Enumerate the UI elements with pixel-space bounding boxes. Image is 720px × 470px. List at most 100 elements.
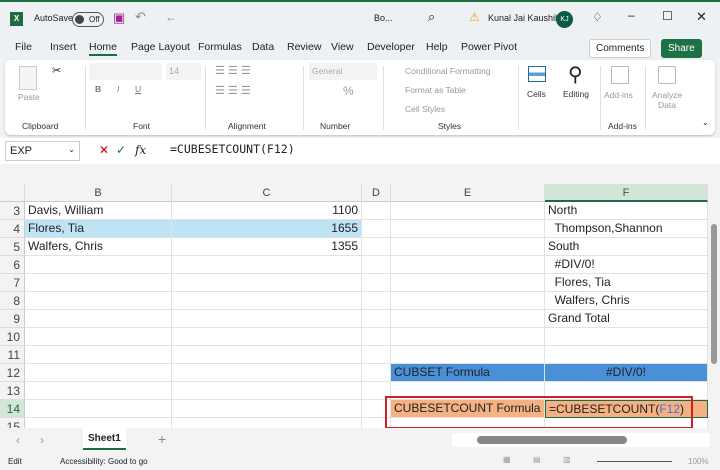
cell-c13[interactable]	[172, 382, 362, 400]
cell-c15[interactable]	[172, 418, 362, 428]
cell-e4[interactable]	[391, 220, 545, 238]
cell-f11[interactable]	[545, 346, 708, 364]
cut-icon[interactable]: ✂	[52, 64, 61, 77]
row-header-5[interactable]: 5	[0, 238, 25, 256]
number-format-select[interactable]: General	[309, 63, 377, 80]
tab-developer[interactable]: Developer	[367, 41, 415, 53]
cell-e6[interactable]	[391, 256, 545, 274]
cell-e11[interactable]	[391, 346, 545, 364]
formula-input[interactable]: =CUBESETCOUNT(F12)	[170, 142, 295, 156]
accessibility-status[interactable]: Accessibility: Good to go	[60, 457, 148, 466]
cell-f8[interactable]: Walfers, Chris	[545, 292, 708, 310]
analyze-data-button[interactable]: Analyze Data	[652, 90, 682, 110]
cell-c5[interactable]: 1355	[172, 238, 362, 256]
font-size-select[interactable]: 14	[166, 63, 201, 80]
cell-c3[interactable]: 1100	[172, 202, 362, 220]
tab-formulas[interactable]: Formulas	[198, 41, 242, 53]
cell-d11[interactable]	[362, 346, 391, 364]
cancel-icon[interactable]: ✕	[99, 143, 109, 157]
cell-c4[interactable]: 1655	[172, 220, 362, 238]
normal-view-icon[interactable]: ▦	[503, 455, 511, 464]
tab-power-pivot[interactable]: Power Pivot	[461, 41, 517, 53]
addins-button[interactable]: Add-ins	[604, 90, 633, 100]
enter-icon[interactable]: ✓	[116, 143, 126, 157]
underline-button[interactable]: U	[135, 84, 141, 94]
row-header-12[interactable]: 12	[0, 364, 25, 382]
add-sheet-icon[interactable]: +	[158, 431, 166, 447]
cells-button[interactable]: Cells	[527, 89, 546, 99]
row-header-8[interactable]: 8	[0, 292, 25, 310]
vertical-scrollbar[interactable]	[708, 184, 720, 428]
save-icon[interactable]: ▣	[113, 10, 125, 26]
cell-b12[interactable]	[25, 364, 172, 382]
row-header-7[interactable]: 7	[0, 274, 25, 292]
cell-d3[interactable]	[362, 202, 391, 220]
cell-c12[interactable]	[172, 364, 362, 382]
search-magnifier-icon[interactable]: ⚲	[568, 62, 583, 87]
cell-f10[interactable]	[545, 328, 708, 346]
user-name[interactable]: Kunal Jai Kaushik	[488, 13, 560, 23]
horizontal-scrollbar[interactable]	[452, 433, 710, 447]
tab-home[interactable]: Home	[89, 41, 118, 56]
vertical-scroll-thumb[interactable]	[711, 224, 717, 364]
cell-c7[interactable]	[172, 274, 362, 292]
tab-file[interactable]: File	[15, 41, 32, 53]
cell-b7[interactable]	[25, 274, 172, 292]
row-header-6[interactable]: 6	[0, 256, 25, 274]
cell-d6[interactable]	[362, 256, 391, 274]
tab-data[interactable]: Data	[252, 41, 274, 53]
percent-icon[interactable]: %	[343, 84, 354, 98]
tab-insert[interactable]: Insert	[50, 41, 76, 53]
row-header-4[interactable]: 4	[0, 220, 25, 238]
cell-f4[interactable]: Thompson,Shannon	[545, 220, 708, 238]
insert-function-button[interactable]: fx	[135, 143, 146, 157]
cell-e8[interactable]	[391, 292, 545, 310]
format-as-table-button[interactable]: Format as Table	[405, 85, 466, 95]
back-icon[interactable]: ←	[165, 10, 177, 24]
tab-review[interactable]: Review	[287, 41, 321, 53]
cell-c8[interactable]	[172, 292, 362, 310]
cell-b6[interactable]	[25, 256, 172, 274]
analyze-data-icon[interactable]	[658, 66, 676, 84]
italic-button[interactable]: I	[117, 84, 119, 94]
cell-e7[interactable]	[391, 274, 545, 292]
column-header-d[interactable]: D	[362, 184, 391, 202]
cell-b14[interactable]	[25, 400, 172, 418]
cell-b11[interactable]	[25, 346, 172, 364]
filename[interactable]: Bo...	[374, 13, 393, 23]
cell-styles-button[interactable]: Cell Styles	[405, 104, 445, 114]
row-header-11[interactable]: 11	[0, 346, 25, 364]
tab-help[interactable]: Help	[426, 41, 448, 53]
tab-page-layout[interactable]: Page Layout	[131, 41, 190, 53]
share-button[interactable]: Share	[661, 39, 702, 58]
cell-e9[interactable]	[391, 310, 545, 328]
cell-b15[interactable]	[25, 418, 172, 428]
row-header-13[interactable]: 13	[0, 382, 25, 400]
cell-d9[interactable]	[362, 310, 391, 328]
cell-f5[interactable]: South	[545, 238, 708, 256]
cell-b8[interactable]	[25, 292, 172, 310]
column-header-c[interactable]: C	[172, 184, 362, 202]
font-name-select[interactable]	[89, 63, 162, 80]
paste-icon[interactable]	[19, 66, 37, 90]
cell-f7[interactable]: Flores, Tia	[545, 274, 708, 292]
cell-b3[interactable]: Davis, William	[25, 202, 172, 220]
horizontal-scroll-thumb[interactable]	[477, 436, 627, 444]
collapse-ribbon-icon[interactable]: ⌄	[702, 118, 709, 127]
cell-d7[interactable]	[362, 274, 391, 292]
zoom-slider[interactable]	[597, 461, 672, 462]
chevron-down-icon[interactable]: ⌄	[68, 145, 75, 154]
comments-button[interactable]: Comments	[589, 39, 652, 58]
lightbulb-icon[interactable]: ♢	[592, 10, 603, 24]
conditional-formatting-button[interactable]: Conditional Formatting	[405, 66, 491, 76]
prev-sheet-icon[interactable]: ‹	[16, 433, 20, 447]
cell-e3[interactable]	[391, 202, 545, 220]
editing-button[interactable]: Editing	[563, 89, 589, 99]
cell-d12[interactable]	[362, 364, 391, 382]
sheet-tab-sheet1[interactable]: Sheet1	[83, 428, 126, 450]
cell-f12[interactable]: #DIV/0!	[545, 364, 708, 382]
cell-f3[interactable]: North	[545, 202, 708, 220]
column-header-b[interactable]: B	[25, 184, 172, 202]
cell-c14[interactable]	[172, 400, 362, 418]
cell-c10[interactable]	[172, 328, 362, 346]
